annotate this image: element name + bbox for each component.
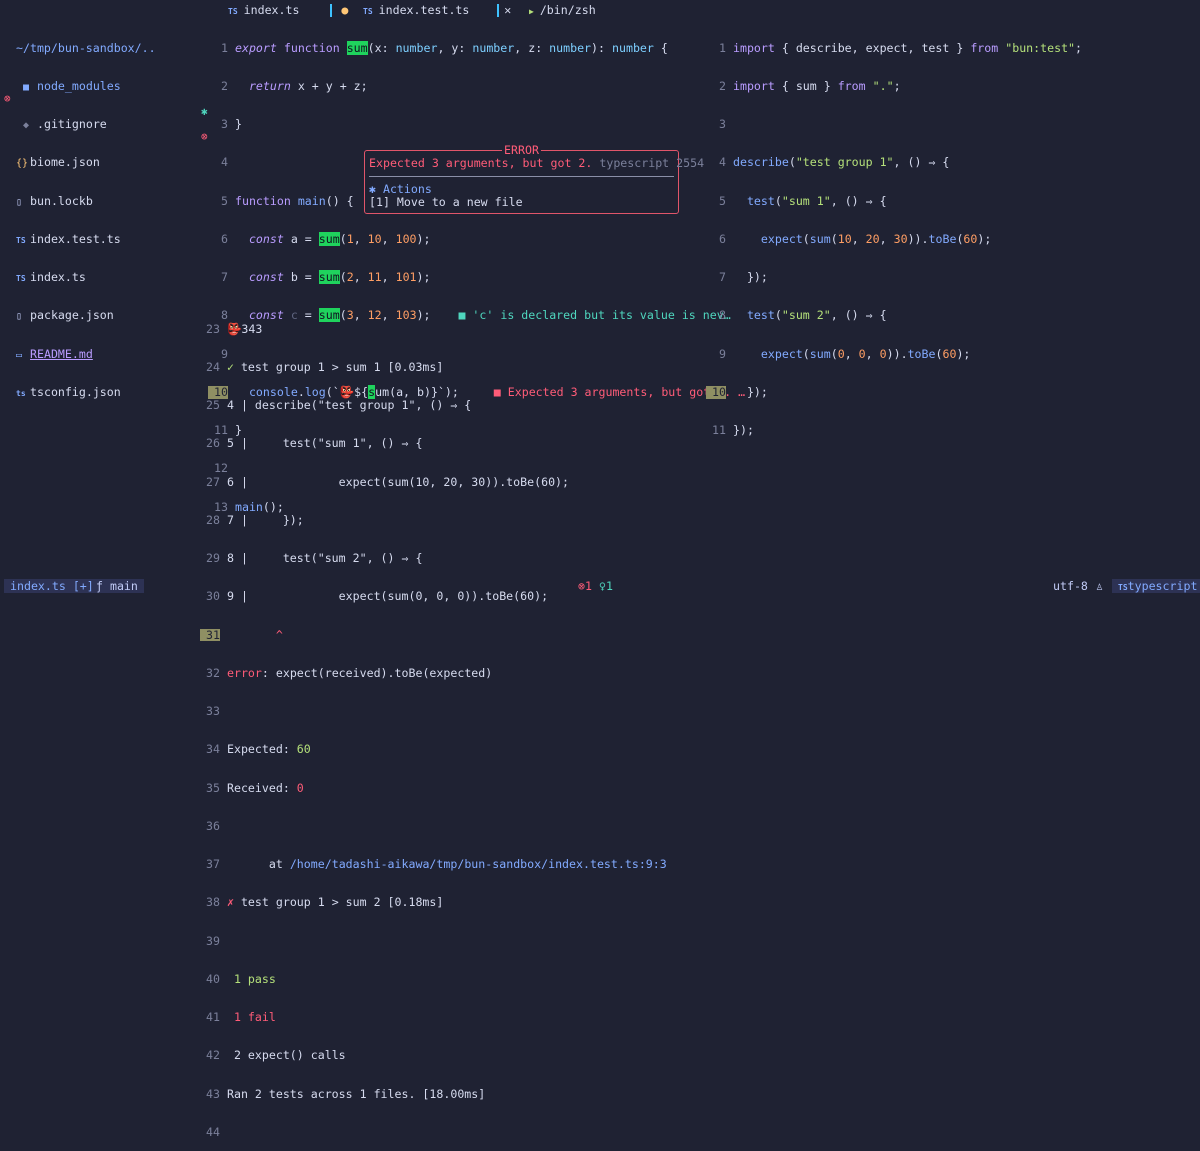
tree-item-gitignore[interactable]: ◆ .gitignore: [16, 118, 156, 131]
file-icon: ▯: [16, 311, 23, 323]
tree-item-biome-json[interactable]: {} biome.json: [16, 156, 156, 169]
code-line: 3 }: [221, 117, 242, 131]
tree-item-readme[interactable]: ▭ README.md: [16, 347, 156, 361]
tree-item-tsconfig[interactable]: ts tsconfig.json: [16, 385, 156, 399]
git-icon: ◆: [22, 120, 30, 131]
json-icon: {}: [16, 158, 29, 170]
lightbulb-icon: ♀: [598, 579, 606, 593]
modified-dot-icon: ●: [341, 3, 349, 17]
stack-trace-link[interactable]: /home/tadashi-aikawa/tmp/bun-sandbox/ind…: [290, 857, 667, 871]
typescript-icon: TS: [363, 7, 373, 16]
popup-divider: [369, 176, 674, 177]
code-line: 1 import { describe, expect, test } from…: [719, 40, 1083, 55]
close-icon[interactable]: ✕: [504, 3, 511, 17]
status-file[interactable]: index.ts [+]: [4, 579, 100, 593]
lightbulb-icon[interactable]: ✱: [201, 105, 208, 119]
typescript-icon: TS: [16, 235, 26, 245]
status-diagnostics[interactable]: ⊗1 ♀1: [578, 579, 613, 593]
tree-item-bun-lockb[interactable]: ▯ bun.lockb: [16, 194, 156, 208]
code-line: 2 return x + y + z;: [221, 78, 368, 93]
status-branch[interactable]: ƒ main: [92, 579, 144, 593]
popup-actions-header: ✱ Actions: [369, 182, 432, 196]
fail-x-icon: ✗: [226, 895, 234, 910]
terminal-icon: ▶: [529, 7, 534, 16]
code-line: 8 test("sum 2", () ⇒ {: [719, 308, 887, 323]
file-tree-root[interactable]: ~/tmp/bun-sandbox/..: [16, 41, 156, 55]
check-icon: ✓: [226, 359, 234, 374]
code-line: 6 expect(sum(10, 20, 30)).toBe(60);: [719, 231, 992, 246]
typescript-icon: TS: [16, 274, 26, 283]
status-bar: index.ts [+] ƒ main ⊗1 ♀1 utf-8 ♙ TStype…: [0, 579, 1200, 593]
typescript-icon: TS: [1118, 583, 1128, 592]
lightbulb-icon: ✱: [369, 182, 376, 196]
code-line: 5 test("sum 1", () ⇒ {: [719, 193, 887, 208]
error-circle-icon: ⊗: [201, 130, 208, 143]
code-line-current: 10 });: [706, 385, 1082, 399]
typescript-icon: ts: [16, 388, 26, 398]
code-line: 1 export function sum(x: number, y: numb…: [221, 40, 668, 55]
error-circle-icon: ⊗: [4, 92, 11, 105]
file-icon: ▯: [16, 196, 23, 208]
code-line: 4 describe("test group 1", () ⇒ {: [719, 155, 950, 170]
code-line: 7 const b = sum(2, 11, 101);: [221, 270, 431, 284]
code-line: 3: [719, 117, 726, 131]
popup-message: Expected 3 arguments, but got 2. typescr…: [369, 156, 705, 170]
linux-icon: ♙: [1096, 579, 1103, 593]
status-filetype[interactable]: TStypescript: [1112, 579, 1200, 593]
code-line: 11 });: [712, 423, 754, 437]
tree-item-index-test-ts[interactable]: TS index.test.ts: [16, 232, 156, 246]
file-tree: ~/tmp/bun-sandbox/.. ■ node_modules ◆ .git…: [16, 16, 156, 411]
diagnostic-popup: ERROR Expected 3 arguments, but got 2. t…: [364, 143, 704, 214]
editor-index-test-ts[interactable]: 1 import { describe, expect, test } from…: [706, 16, 1083, 450]
code-line: 2 import { sum } from ".";: [719, 78, 901, 93]
typescript-icon: TS: [228, 7, 238, 16]
folder-icon: ■: [22, 81, 30, 93]
git-branch-icon: ƒ: [96, 579, 103, 593]
status-encoding[interactable]: utf-8: [1053, 579, 1088, 593]
terminal-output[interactable]: 23 👺343 24 ✓ test group 1 > sum 1 [0.03m…: [200, 297, 667, 1151]
markdown-icon: ▭: [16, 349, 23, 361]
error-circle-icon: ⊗: [578, 579, 585, 593]
code-line: 9 expect(sum(0, 0, 0)).toBe(60);: [719, 346, 971, 361]
code-line: 6 const a = sum(1, 10, 100);: [221, 231, 431, 246]
popup-action-move-to-new-file[interactable]: [1] Move to a new file: [369, 196, 523, 209]
tengu-icon: 👺: [226, 321, 242, 336]
tree-item-package-json[interactable]: ▯ package.json: [16, 309, 156, 322]
tree-item-index-ts[interactable]: TS index.ts: [16, 271, 156, 284]
popup-title: ERROR: [502, 143, 541, 157]
code-line: 7 });: [719, 270, 768, 284]
tree-item-node-modules[interactable]: ■ node_modules: [16, 79, 156, 93]
